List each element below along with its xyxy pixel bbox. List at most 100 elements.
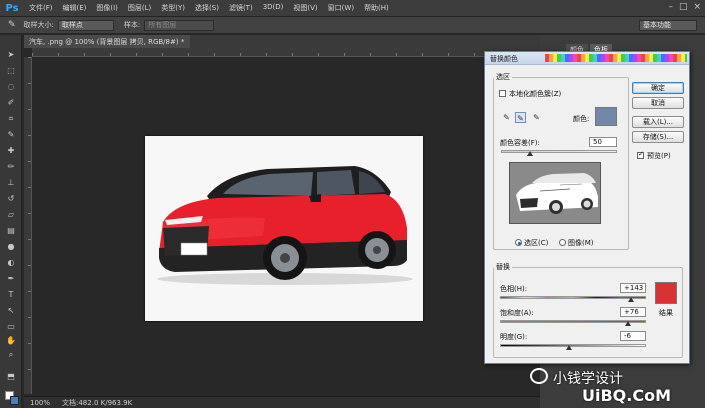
fuzziness-slider-thumb[interactable] (527, 151, 533, 156)
result-color-swatch[interactable] (655, 282, 677, 304)
preview-option[interactable]: 预览(P) (637, 150, 671, 161)
watermark-text: 小钱学设计 (553, 371, 623, 387)
gradient-tool-icon[interactable]: ▤ (4, 225, 18, 236)
marquee-tool-icon[interactable]: ⬚ (4, 65, 18, 76)
view-selection-option[interactable]: 选区(C) (515, 238, 548, 248)
menu-item-2[interactable]: 图像(I) (91, 3, 123, 13)
maximize-icon[interactable]: □ (679, 2, 688, 12)
sample-size-label: 取样大小: (23, 21, 54, 29)
view-selection-radio[interactable] (515, 239, 522, 246)
result-label: 结果 (659, 309, 673, 317)
menu-item-3[interactable]: 图层(L) (123, 3, 156, 13)
eraser-tool-icon[interactable]: ▱ (4, 209, 18, 220)
hue-slider-thumb[interactable] (627, 297, 634, 302)
replace-color-dialog: 替换颜色 选区 本地化颜色簇(Z) ✎ ✎ ✎ 颜色: 颜色容差(F): 50 … (484, 51, 690, 364)
view-image-option[interactable]: 图像(M) (559, 238, 594, 248)
load-button[interactable]: 载入(L)... (632, 116, 684, 128)
brush-tool-icon[interactable]: ✏ (4, 161, 18, 172)
save-button[interactable]: 存储(S)... (632, 131, 684, 143)
canvas-image[interactable] (145, 136, 423, 321)
hue-input[interactable]: +143 (620, 283, 646, 293)
fuzziness-slider[interactable] (501, 150, 617, 153)
menu-items: 文件(F) 编辑(E) 图像(I) 图层(L) 类型(Y) 选择(S) 滤镜(T) 3D(D)… (24, 3, 394, 13)
move-tool-icon[interactable]: ➤ (4, 49, 18, 60)
menu-bar: Ps 文件(F) 编辑(E) 图像(I) 图层(L) 类型(Y) 选择(S) 滤镜(T) 3D… (0, 0, 705, 17)
lasso-tool-icon[interactable]: ◌ (4, 81, 18, 92)
eyedropper-tool-icon[interactable]: ✎ (8, 20, 16, 30)
document-size: 文档:482.0 K/963.9K (62, 398, 133, 407)
hue-slider[interactable] (500, 296, 646, 299)
options-bar: ✎ 取样大小: 取样点 样本: 所有图层 基本功能 (0, 17, 705, 34)
selection-mask-image (516, 173, 598, 214)
menu-item-1[interactable]: 编辑(E) (58, 3, 92, 13)
hue-label: 色相(H): (500, 285, 528, 293)
add-to-sample-eyedropper-icon[interactable]: ✎ (515, 112, 526, 123)
sample-label: 样本: (123, 21, 141, 29)
path-select-tool-icon[interactable]: ↖ (4, 305, 18, 316)
minimize-icon[interactable]: – (668, 2, 673, 12)
view-selection-label: 选区(C) (524, 239, 549, 247)
history-brush-tool-icon[interactable]: ↺ (4, 193, 18, 204)
dodge-tool-icon[interactable]: ◐ (4, 257, 18, 268)
zoom-tool-icon[interactable]: ⌕ (4, 349, 18, 360)
sampled-color-swatch[interactable] (595, 107, 617, 126)
sample-size-select[interactable]: 取样点 (57, 19, 114, 31)
saturation-label: 饱和度(A): (500, 309, 534, 317)
photoshop-logo: Ps (5, 2, 19, 14)
vertical-ruler (24, 57, 32, 394)
tools-panel: ➤ ⬚ ◌ ✐ ⌗ ✎ ✚ ✏ ⊥ ↺ ▱ ▤ ● ◐ ✒ T ↖ ▭ ✋ ⌕ … (0, 35, 22, 408)
menu-item-5[interactable]: 选择(S) (190, 3, 224, 13)
sample-select: 所有图层 (144, 19, 215, 31)
ok-button[interactable]: 确定 (632, 82, 684, 94)
view-image-radio[interactable] (559, 239, 566, 246)
localized-clusters-option[interactable]: 本地化颜色簇(Z) (499, 89, 561, 99)
car-image (157, 166, 413, 285)
horizontal-ruler (32, 48, 540, 57)
healing-brush-tool-icon[interactable]: ✚ (4, 145, 18, 156)
saturation-slider-thumb[interactable] (625, 321, 632, 326)
fuzziness-label: 颜色容差(F): (500, 139, 540, 147)
quick-select-tool-icon[interactable]: ✐ (4, 97, 18, 108)
pen-tool-icon[interactable]: ✒ (4, 273, 18, 284)
color-label: 颜色: (573, 115, 590, 123)
hand-tool-icon[interactable]: ✋ (4, 335, 18, 346)
preview-checkbox[interactable] (637, 150, 644, 159)
saturation-input[interactable]: +76 (620, 307, 646, 317)
localized-clusters-checkbox[interactable] (499, 90, 506, 97)
lightness-input[interactable]: -6 (620, 331, 646, 341)
clone-stamp-tool-icon[interactable]: ⊥ (4, 177, 18, 188)
background-color-swatch[interactable] (10, 396, 19, 405)
eyedropper-tool-icon[interactable]: ✎ (4, 129, 18, 140)
window-controls: – □ × (668, 2, 701, 12)
menu-item-6[interactable]: 滤镜(T) (224, 3, 258, 13)
replacement-legend: 替换 (496, 263, 510, 271)
default-colors-icon[interactable]: ⬒ (4, 371, 18, 382)
close-icon[interactable]: × (693, 2, 701, 12)
document-tab-title: 汽车, .png @ 100% (背景图层 拷贝, RGB/8#) * (29, 38, 185, 46)
shape-tool-icon[interactable]: ▭ (4, 321, 18, 332)
blur-tool-icon[interactable]: ● (4, 241, 18, 252)
crop-tool-icon[interactable]: ⌗ (4, 113, 18, 124)
menu-item-9[interactable]: 窗口(W) (323, 3, 359, 13)
zoom-level[interactable]: 100% (30, 399, 52, 407)
selection-preview (509, 162, 601, 224)
menu-item-8[interactable]: 视图(V) (288, 3, 322, 13)
site-watermark: UiBQ.CoM (582, 386, 672, 405)
menu-item-0[interactable]: 文件(F) (24, 3, 58, 13)
watermark-logo-icon (530, 368, 548, 384)
selection-legend: 选区 (496, 73, 510, 81)
subtract-from-sample-eyedropper-icon[interactable]: ✎ (531, 112, 542, 123)
lightness-slider-thumb[interactable] (565, 345, 572, 350)
type-tool-icon[interactable]: T (4, 289, 18, 300)
saturation-slider[interactable] (500, 320, 646, 323)
lightness-slider[interactable] (500, 344, 646, 347)
menu-item-7[interactable]: 3D(D) (258, 3, 289, 13)
localized-clusters-label: 本地化颜色簇(Z) (509, 90, 562, 98)
document-tab[interactable]: 汽车, .png @ 100% (背景图层 拷贝, RGB/8#) * × (24, 35, 190, 48)
fuzziness-input[interactable]: 50 (589, 137, 617, 147)
menu-item-10[interactable]: 帮助(H) (359, 3, 394, 13)
menu-item-4[interactable]: 类型(Y) (156, 3, 190, 13)
workspace-select[interactable]: 基本功能 (639, 20, 697, 31)
cancel-button[interactable]: 取消 (632, 97, 684, 109)
eyedropper-icon[interactable]: ✎ (501, 112, 512, 123)
